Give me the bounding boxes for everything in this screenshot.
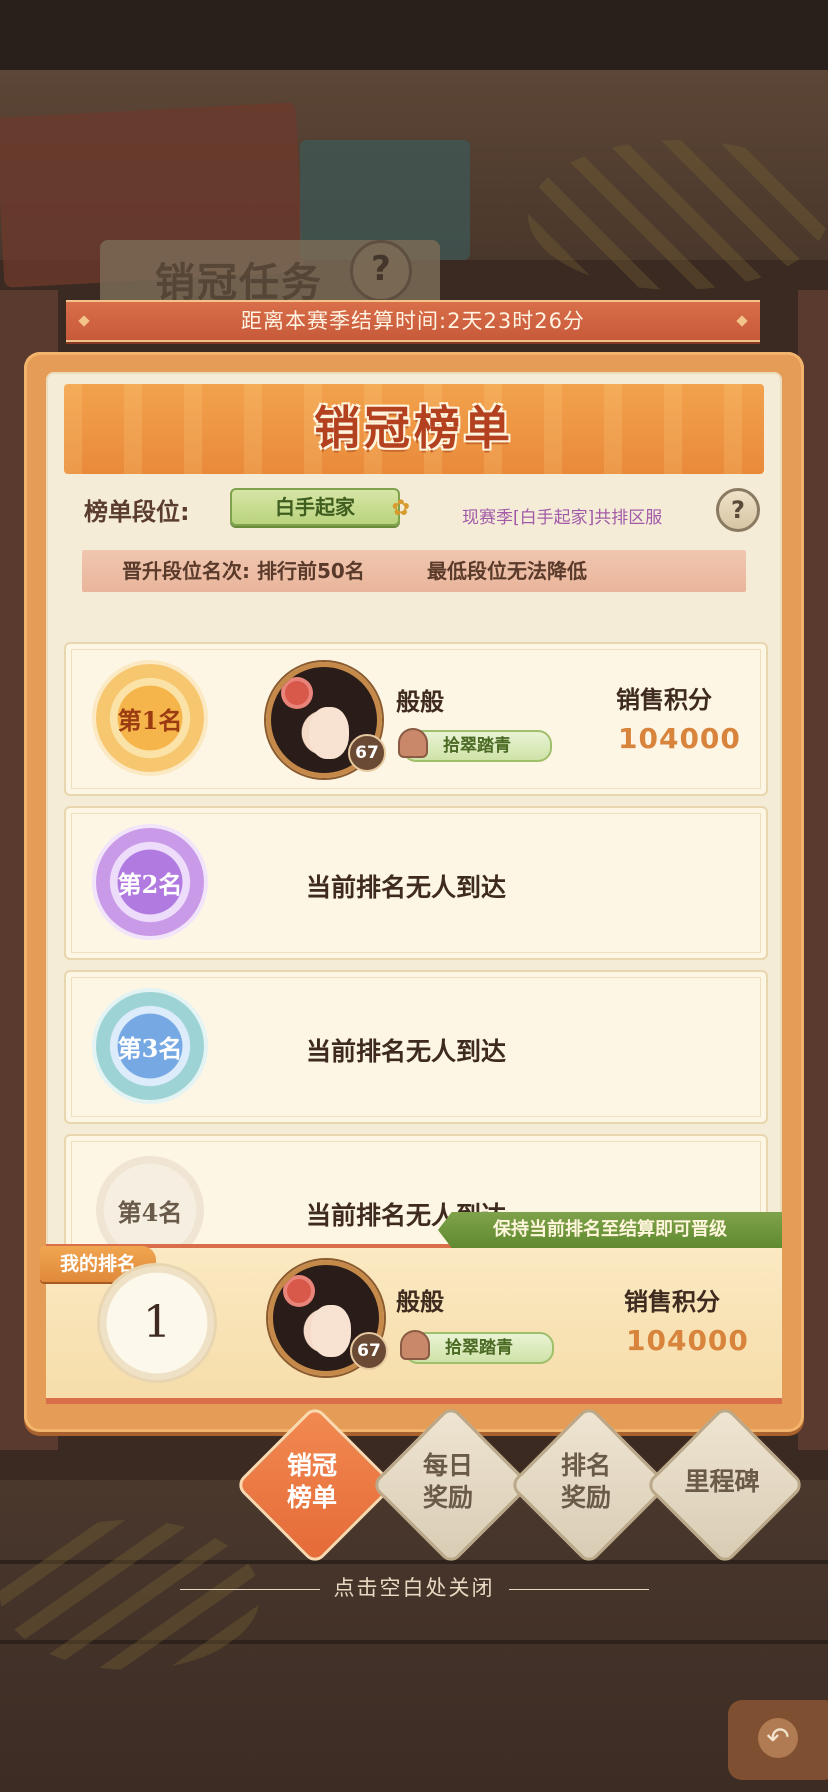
promotion-rules-bar: 晋升段位名次: 排行前50名 最低段位无法降低: [82, 550, 746, 592]
my-score-value: 104000: [626, 1324, 749, 1357]
help-button[interactable]: ?: [716, 488, 760, 532]
flower-icon: [285, 681, 309, 705]
empty-rank-text: 当前排名无人到达: [306, 873, 507, 902]
tab-milestone[interactable]: 里程碑: [646, 1428, 798, 1536]
rank-label: 第1名: [117, 705, 183, 735]
my-title-tag: 拾翠踏青: [400, 1330, 554, 1364]
divider: [179, 1588, 320, 1590]
back-arrow-icon[interactable]: ↶: [758, 1718, 798, 1758]
season-countdown-banner: 距离本赛季结算时间:2天23时26分: [66, 300, 760, 342]
tier-badge-text: 白手起家: [275, 495, 355, 519]
tab-label-line2: 奖励: [422, 1483, 473, 1512]
close-hint[interactable]: 点击空白处关闭: [0, 1572, 828, 1602]
rank-card-3: 第3名 当前排名无人到达: [64, 970, 768, 1124]
tier-note: 现赛季[白手起家]共排区服: [462, 508, 663, 528]
tab-rank-reward[interactable]: 排名 奖励: [510, 1428, 662, 1536]
player-name: 般般: [396, 688, 444, 716]
rank-label: 第3名: [117, 1033, 183, 1063]
mushroom-icon: [400, 1330, 430, 1360]
season-countdown-text: 距离本赛季结算时间:2天23时26分: [241, 309, 585, 333]
divider: [508, 1588, 649, 1590]
mushroom-icon: [398, 728, 428, 758]
avatar-face: [311, 1305, 351, 1357]
top-bar: [0, 0, 828, 70]
score-value: 104000: [618, 722, 741, 755]
tab-label-line2: 榜单: [286, 1483, 337, 1512]
tier-badge: 白手起家 ✿: [230, 488, 410, 526]
tab-label-line1: 销冠: [286, 1451, 337, 1480]
my-level-badge: 67: [350, 1332, 388, 1370]
tab-label-line1: 排名: [560, 1451, 611, 1480]
rank-label: 第2名: [117, 869, 183, 899]
promotion-rule-text: 晋升段位名次: 排行前50名: [122, 559, 365, 583]
panel-title: 销冠榜单: [314, 401, 514, 455]
empty-rank-text: 当前排名无人到达: [306, 1037, 507, 1066]
rank-medal-blue: 第3名: [96, 992, 204, 1100]
rank-label: 第4名: [117, 1197, 183, 1227]
player-title-text: 拾翠踏青: [443, 736, 511, 756]
bg-leaves-decoration: [528, 140, 828, 290]
tab-daily-reward[interactable]: 每日 奖励: [372, 1428, 524, 1536]
my-title-text: 拾翠踏青: [445, 1338, 513, 1358]
rank-medal-gold: 第1名: [96, 664, 204, 772]
tab-label-line2: 奖励: [560, 1483, 611, 1512]
rank-card-1[interactable]: 第1名 67 般般 拾翠踏青 销售积分 104000: [64, 642, 768, 796]
avatar-face: [309, 707, 349, 759]
promotion-ribbon: 保持当前排名至结算即可晋级: [438, 1212, 782, 1248]
wheat-icon: ✿: [391, 496, 410, 521]
tab-label-line1: 里程碑: [684, 1467, 760, 1496]
my-score-label: 销售积分: [624, 1288, 720, 1316]
banner-left-ornament: [78, 315, 90, 327]
player-title-tag: 拾翠踏青: [398, 728, 552, 762]
my-player-name: 般般: [396, 1288, 444, 1316]
my-rank-number: 1: [100, 1266, 214, 1380]
close-hint-text: 点击空白处关闭: [333, 1576, 495, 1600]
tab-leaderboard[interactable]: 销冠 榜单: [236, 1428, 388, 1536]
rank-medal-purple: 第2名: [96, 828, 204, 936]
tier-label: 榜单段位:: [84, 498, 190, 526]
tab-label-line1: 每日: [422, 1451, 473, 1480]
flower-icon: [287, 1279, 311, 1303]
banner-right-ornament: [736, 315, 748, 327]
rank-card-2: 第2名 当前排名无人到达: [64, 806, 768, 960]
bg-help-icon: ?: [350, 240, 412, 302]
score-label: 销售积分: [616, 686, 712, 714]
level-badge: 67: [348, 734, 386, 772]
demotion-rule-text: 最低段位无法降低: [427, 559, 587, 583]
